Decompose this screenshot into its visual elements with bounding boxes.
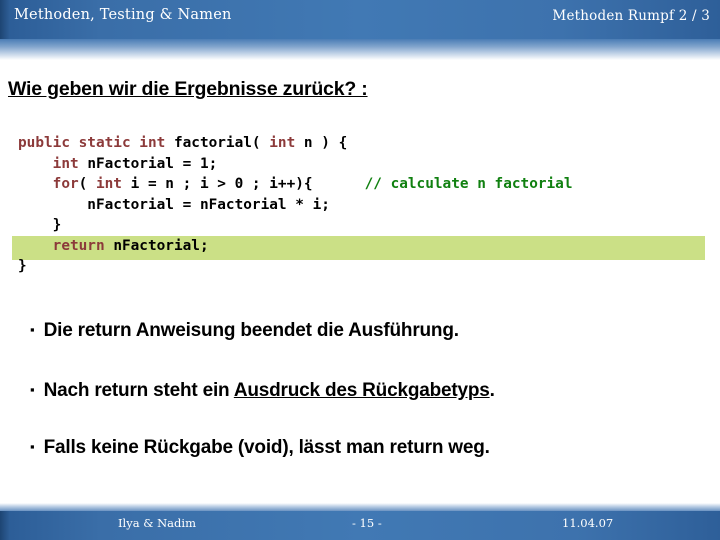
bullet-text-3: Falls keine Rückgabe (void), lässt man r… [44,437,490,459]
bullet-item-1: ▪ Die return Anweisung beendet die Ausfü… [30,320,459,342]
code-token-keyword: int [95,176,131,192]
code-line: } [0,215,720,236]
bullet-text-2-prefix: Nach return steht ein [43,380,234,401]
footer-authors: Ilya & Nadim [118,516,196,530]
bullet-text-1: Die return Anweisung beendet die Ausführ… [44,320,459,342]
footer-page-number: - 15 - [352,516,382,530]
code-token-plain: nFactorial; [113,237,209,254]
footer-left-accent [0,511,10,540]
code-line: for( int i = n ; i > 0 ; i++){ // calcul… [0,174,720,195]
code-token-plain: nFactorial = 1; [87,155,218,172]
code-line: } [0,256,720,277]
code-token-keyword: public static int [18,135,174,151]
code-token-keyword: int [18,155,88,172]
bullet-text-2: Nach return steht ein Ausdruck des Rückg… [44,380,495,402]
code-token-plain: factorial( [173,135,270,151]
footer-date: 11.04.07 [562,516,614,530]
bullet-item-3: ▪ Falls keine Rückgabe (void), lässt man… [30,437,490,459]
header-gradient-fade [0,39,720,60]
bullet-text-2-underlined: Ausdruck des Rückgabetyps [233,380,490,401]
code-line: nFactorial = nFactorial * i; [0,195,720,216]
bullet-text-1-prefix: Die return Anweisung beendet die Ausführ… [43,320,459,341]
code-line: int nFactorial = 1; [0,154,720,175]
code-token-plain: nFactorial = nFactorial * i; [18,196,330,213]
code-line: return nFactorial; [0,236,720,257]
header-right-title: Methoden Rumpf 2 / 3 [552,8,710,24]
code-token-plain: } [18,217,62,233]
square-bullet-icon: ▪ [30,439,35,454]
code-token-plain: ( [78,176,96,192]
header-left-title: Methoden, Testing & Namen [14,7,232,23]
page-title: Wie geben wir die Ergebnisse zurück? : [8,78,368,100]
code-token-keyword: for [18,176,79,192]
code-token-plain: i = n ; i > 0 ; i++){ [130,176,365,192]
header-left-accent [0,0,10,39]
code-line: public static int factorial( int n ) { [0,133,720,154]
code-token-keyword: int [269,135,304,151]
bullet-item-2: ▪ Nach return steht ein Ausdruck des Rüc… [30,380,495,402]
code-block: public static int factorial( int n ) { i… [0,133,720,277]
code-token-plain: n ) { [303,135,348,151]
square-bullet-icon: ▪ [30,382,35,397]
square-bullet-icon: ▪ [30,322,35,337]
code-token-keyword: return [18,237,114,254]
code-token-comment: // calculate n factorial [364,176,573,192]
bullet-text-2-suffix: . [489,380,495,401]
bullet-text-3-prefix: Falls keine Rückgabe (void), lässt man r… [43,437,490,458]
code-token-plain: } [18,258,27,274]
footer-gradient-fade [0,503,720,511]
